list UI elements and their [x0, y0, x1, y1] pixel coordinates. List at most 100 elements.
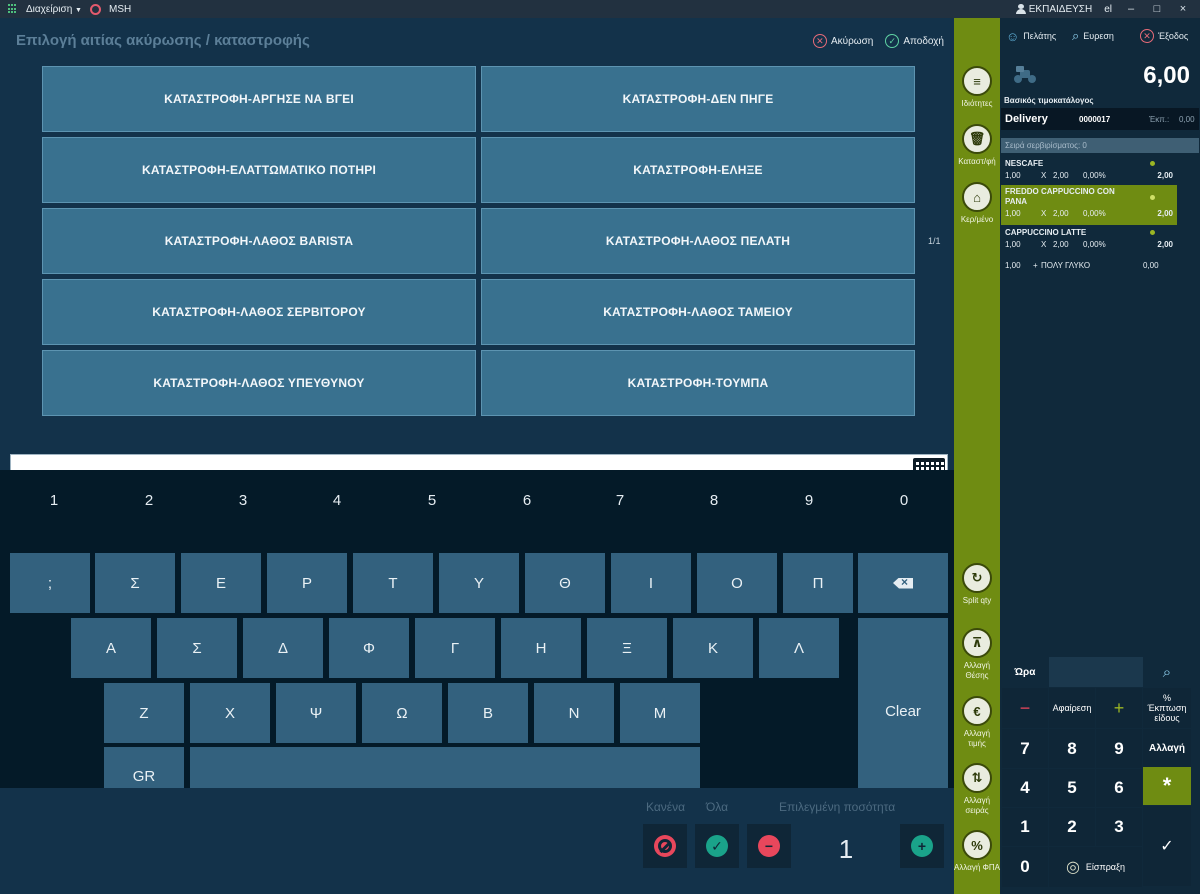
reason-button[interactable]: ΚΑΤΑΣΤΡΟΦΗ-ΤΟΥΜΠΑ: [481, 350, 915, 416]
key[interactable]: Σ: [95, 553, 175, 613]
modifier-line[interactable]: 1,00 + ΠΟΛΥ ΓΛΥΚΟ 0,00: [1001, 259, 1177, 273]
order-line[interactable]: NESCAFE 1,00 X 2,00 0,00% 2,00: [1001, 157, 1177, 183]
key[interactable]: Υ: [439, 553, 519, 613]
table-icon: ⊼: [962, 628, 992, 658]
management-menu[interactable]: Διαχείριση ▼: [26, 4, 82, 15]
numpad-key[interactable]: 1: [1002, 808, 1048, 846]
key[interactable]: Τ: [353, 553, 433, 613]
delivery-row[interactable]: Delivery 0000017 Έκπ.: 0,00: [1001, 108, 1199, 130]
exit-button[interactable]: ✕ Έξοδος: [1140, 29, 1188, 43]
number-key[interactable]: 4: [322, 492, 352, 509]
key[interactable]: Ζ: [104, 683, 184, 743]
reason-button[interactable]: ΚΑΤΑΣΤΡΟΦΗ-ΛΑΘΟΣ ΠΕΛΑΤΗ: [481, 208, 915, 274]
numpad-key[interactable]: 6: [1096, 769, 1142, 807]
reason-button[interactable]: ΚΑΤΑΣΤΡΟΦΗ-ΛΑΘΟΣ BARISTA: [42, 208, 476, 274]
key[interactable]: Χ: [190, 683, 270, 743]
reason-button[interactable]: ΚΑΤΑΣΤΡΟΦΗ-ΛΑΘΟΣ ΥΠΕΥΘΥΝΟΥ: [42, 350, 476, 416]
number-key[interactable]: 1: [39, 492, 69, 509]
minimize-button[interactable]: –: [1124, 3, 1138, 15]
language-selector[interactable]: el: [1104, 4, 1112, 15]
customer-button[interactable]: ☺ Πελάτης: [1006, 29, 1056, 44]
key[interactable]: Θ: [525, 553, 605, 613]
multiply-button[interactable]: *: [1143, 767, 1191, 805]
number-key[interactable]: 0: [889, 492, 919, 509]
cancel-dialog-button[interactable]: ✕ Ακύρωση: [812, 34, 873, 48]
number-key[interactable]: 9: [794, 492, 824, 509]
split-icon: ↻: [962, 563, 992, 593]
number-key[interactable]: 6: [512, 492, 542, 509]
split-qty-tool[interactable]: ↻ Split qty: [954, 563, 1000, 606]
search-icon[interactable]: ⌕: [1144, 657, 1190, 687]
close-window-button[interactable]: ×: [1176, 3, 1190, 15]
numpad-key[interactable]: 9: [1096, 729, 1142, 768]
number-key[interactable]: 5: [417, 492, 447, 509]
properties-tool[interactable]: ≡ Ιδιότητες: [954, 66, 1000, 109]
key[interactable]: Ν: [534, 683, 614, 743]
key[interactable]: Β: [448, 683, 528, 743]
key[interactable]: Μ: [620, 683, 700, 743]
key[interactable]: Λ: [759, 618, 839, 678]
key[interactable]: Ξ: [587, 618, 667, 678]
number-key[interactable]: 7: [605, 492, 635, 509]
key[interactable]: Φ: [329, 618, 409, 678]
reason-button[interactable]: ΚΑΤΑΣΤΡΟΦΗ-ΑΡΓΗΣΕ ΝΑ ΒΓΕΙ: [42, 66, 476, 132]
clear-key[interactable]: Clear: [858, 618, 948, 804]
key[interactable]: Π: [783, 553, 853, 613]
key[interactable]: Ι: [611, 553, 691, 613]
backspace-key[interactable]: [858, 553, 948, 613]
serving-order-field[interactable]: Σειρά σερβιρίσματος: 0: [1001, 138, 1199, 153]
key[interactable]: Ε: [181, 553, 261, 613]
change-price-tool[interactable]: € Αλλαγή τιμής: [954, 696, 1000, 749]
key[interactable]: Ο: [697, 553, 777, 613]
numpad-key[interactable]: 3: [1096, 808, 1142, 846]
key[interactable]: Α: [71, 618, 151, 678]
numpad-key[interactable]: 7: [1002, 729, 1048, 768]
qty-decrease-button[interactable]: −: [747, 824, 791, 868]
reason-button[interactable]: ΚΑΤΑΣΤΡΟΦΗ-ΕΛΗΞΕ: [481, 137, 915, 203]
item-discount-button[interactable]: % Έκπτωση είδους: [1143, 688, 1191, 728]
numpad-key[interactable]: 5: [1049, 769, 1095, 807]
numpad-key[interactable]: 8: [1049, 729, 1095, 768]
key[interactable]: ;: [10, 553, 90, 613]
change-order-tool[interactable]: ⇅ Αλλαγή σειράς: [954, 763, 1000, 816]
reason-button[interactable]: ΚΑΤΑΣΤΡΟΦΗ-ΔΕΝ ΠΗΓΕ: [481, 66, 915, 132]
numpad-minus-button[interactable]: −: [1002, 688, 1048, 728]
change-table-tool[interactable]: ⊼ Αλλαγή Θέσης: [954, 628, 1000, 681]
reason-button[interactable]: ΚΑΤΑΣΤΡΟΦΗ-ΛΑΘΟΣ ΤΑΜΕΙΟΥ: [481, 279, 915, 345]
key[interactable]: Δ: [243, 618, 323, 678]
treat-tool[interactable]: ⌂ Κερ/μένο: [954, 182, 1000, 225]
numpad-key[interactable]: 4: [1002, 769, 1048, 807]
key[interactable]: Γ: [415, 618, 495, 678]
numpad-key[interactable]: 2: [1049, 808, 1095, 846]
key[interactable]: Ρ: [267, 553, 347, 613]
order-line[interactable]: CAPPUCCINO LATTE 1,00 X 2,00 0,00% 2,00: [1001, 226, 1177, 252]
select-all-button[interactable]: ✓: [695, 824, 739, 868]
accept-dialog-button[interactable]: ✓ Αποδοχή: [885, 34, 944, 48]
key[interactable]: Ω: [362, 683, 442, 743]
maximize-button[interactable]: □: [1150, 3, 1164, 15]
qty-increase-button[interactable]: +: [900, 824, 944, 868]
checkout-button[interactable]: ◎ Είσπραξη: [1049, 847, 1142, 887]
search-button[interactable]: ⌕ Ευρεση: [1072, 28, 1114, 44]
tool-strip: ≡ Ιδιότητες 🗑 Καταστ/φή ⌂ Κερ/μένο ↻ Spl…: [954, 18, 1000, 894]
key[interactable]: Η: [501, 618, 581, 678]
destroy-tool[interactable]: 🗑 Καταστ/φή: [954, 124, 1000, 167]
user-menu[interactable]: ΕΚΠΑΙΔΕΥΣΗ: [1015, 4, 1092, 15]
number-key[interactable]: 2: [134, 492, 164, 509]
number-key[interactable]: 8: [699, 492, 729, 509]
reason-button[interactable]: ΚΑΤΑΣΤΡΟΦΗ-ΕΛΑΤΤΩΜΑΤΙΚΟ ΠΟΤΗΡΙ: [42, 137, 476, 203]
reason-button[interactable]: ΚΑΤΑΣΤΡΟΦΗ-ΛΑΘΟΣ ΣΕΡΒΙΤΟΡΟΥ: [42, 279, 476, 345]
remove-button[interactable]: Αφαίρεση: [1049, 688, 1095, 728]
change-vat-tool[interactable]: % Αλλαγή ΦΠΑ: [954, 830, 1000, 873]
numpad-key[interactable]: 0: [1002, 847, 1048, 887]
key[interactable]: Ψ: [276, 683, 356, 743]
change-button[interactable]: Αλλαγή: [1143, 729, 1191, 768]
number-key[interactable]: 3: [228, 492, 258, 509]
order-line-selected[interactable]: FREDDO CAPPUCCINO CON PANA 1,00 X 2,00 0…: [1001, 185, 1177, 225]
apps-grid-icon[interactable]: [8, 4, 18, 14]
key[interactable]: Σ: [157, 618, 237, 678]
key[interactable]: Κ: [673, 618, 753, 678]
select-none-button[interactable]: [643, 824, 687, 868]
numpad-plus-button[interactable]: +: [1096, 688, 1142, 728]
confirm-button[interactable]: ✓: [1143, 806, 1191, 886]
